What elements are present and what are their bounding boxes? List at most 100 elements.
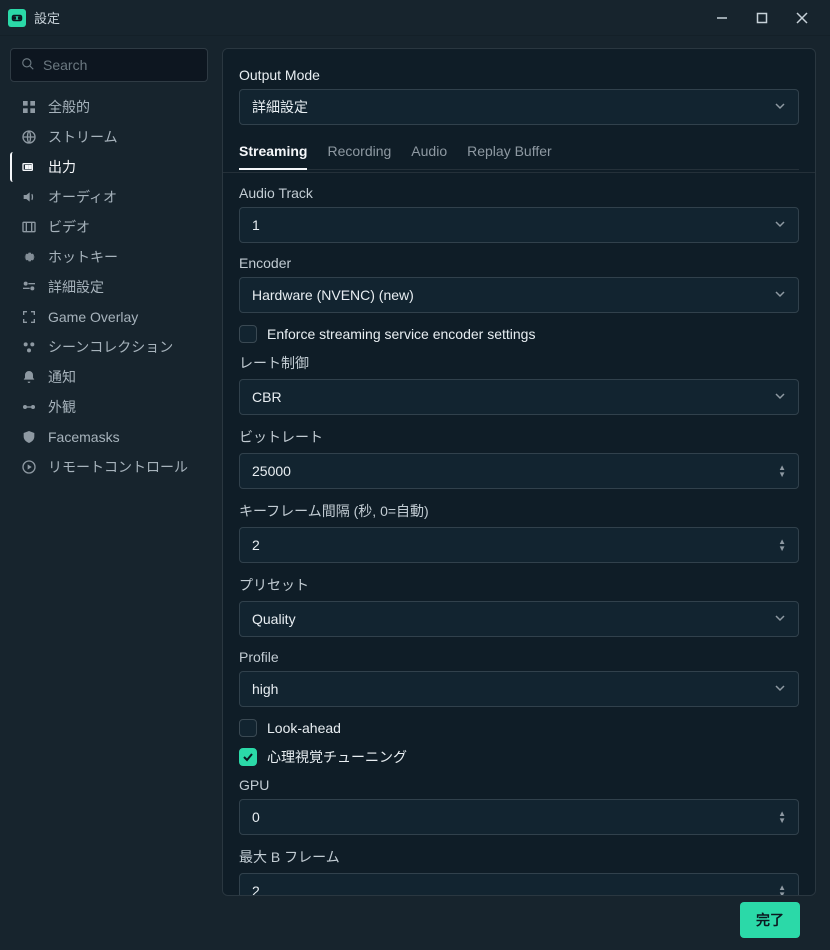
bell-icon bbox=[20, 368, 38, 386]
chevron-down-icon bbox=[774, 287, 786, 303]
sidebar-item-3[interactable]: オーディオ bbox=[10, 182, 208, 212]
sidebar-item-label: ホットキー bbox=[48, 247, 118, 267]
tab-streaming[interactable]: Streaming bbox=[239, 137, 307, 169]
minimize-button[interactable] bbox=[702, 3, 742, 33]
spinner-icon[interactable]: ▲▼ bbox=[778, 884, 786, 896]
encoder-select[interactable]: Hardware (NVENC) (new) bbox=[239, 277, 799, 313]
output-mode-value: 詳細設定 bbox=[252, 97, 308, 117]
sidebar-item-6[interactable]: 詳細設定 bbox=[10, 272, 208, 302]
audio-track-select[interactable]: 1 bbox=[239, 207, 799, 243]
sidebar-item-10[interactable]: 外観 bbox=[10, 392, 208, 422]
sidebar-item-label: オーディオ bbox=[48, 187, 117, 207]
sidebar-item-label: Game Overlay bbox=[48, 309, 138, 325]
sidebar-item-0[interactable]: 全般的 bbox=[10, 92, 208, 122]
tab-audio[interactable]: Audio bbox=[411, 137, 447, 169]
preset-select[interactable]: Quality bbox=[239, 601, 799, 637]
sidebar-item-label: 全般的 bbox=[48, 97, 90, 117]
sidebar-item-2[interactable]: 出力 bbox=[10, 152, 208, 182]
bitrate-input[interactable]: 25000 ▲▼ bbox=[239, 453, 799, 489]
volume-icon bbox=[20, 188, 38, 206]
search-input[interactable] bbox=[43, 57, 224, 73]
sidebar-item-11[interactable]: Facemasks bbox=[10, 422, 208, 452]
profile-label: Profile bbox=[239, 649, 799, 665]
lookahead-checkbox-row[interactable]: Look-ahead bbox=[239, 719, 799, 737]
sliders-icon bbox=[20, 278, 38, 296]
gear-icon bbox=[20, 248, 38, 266]
appearance-icon bbox=[20, 398, 38, 416]
sidebar-item-label: 通知 bbox=[48, 367, 76, 387]
tab-recording[interactable]: Recording bbox=[327, 137, 391, 169]
sidebar-item-label: シーンコレクション bbox=[48, 337, 173, 357]
close-button[interactable] bbox=[782, 3, 822, 33]
subtabs: Streaming Recording Audio Replay Buffer bbox=[239, 137, 799, 170]
audio-track-value: 1 bbox=[252, 217, 260, 233]
sidebar-item-5[interactable]: ホットキー bbox=[10, 242, 208, 272]
encoder-label: Encoder bbox=[239, 255, 799, 271]
preset-label: プリセット bbox=[239, 575, 799, 595]
window-title: 設定 bbox=[34, 8, 702, 27]
psycho-label: 心理視覚チューニング bbox=[267, 747, 407, 767]
audio-track-label: Audio Track bbox=[239, 185, 799, 201]
content-area: Output Mode 詳細設定 Streaming Recording Aud… bbox=[218, 36, 830, 950]
footer: 完了 bbox=[222, 896, 816, 944]
output-mode-select[interactable]: 詳細設定 bbox=[239, 89, 799, 125]
bframes-value: 2 bbox=[252, 883, 260, 896]
done-button[interactable]: 完了 bbox=[740, 902, 800, 938]
nav-list: 全般的ストリーム出力オーディオビデオホットキー詳細設定 Game Overlay シ… bbox=[10, 92, 208, 482]
rate-control-select[interactable]: CBR bbox=[239, 379, 799, 415]
preset-value: Quality bbox=[252, 611, 296, 627]
app-icon bbox=[8, 9, 26, 27]
sidebar-item-label: リモートコントロール bbox=[48, 457, 188, 477]
sidebar-item-4[interactable]: ビデオ bbox=[10, 212, 208, 242]
sidebar-item-label: 詳細設定 bbox=[48, 277, 104, 297]
sidebar: 全般的ストリーム出力オーディオビデオホットキー詳細設定 Game Overlay シ… bbox=[0, 36, 218, 950]
grid-icon bbox=[20, 98, 38, 116]
output-icon bbox=[20, 158, 38, 176]
bframes-input[interactable]: 2 ▲▼ bbox=[239, 873, 799, 896]
gpu-input[interactable]: 0 ▲▼ bbox=[239, 799, 799, 835]
chevron-down-icon bbox=[774, 99, 786, 115]
gpu-label: GPU bbox=[239, 777, 799, 793]
shield-icon bbox=[20, 428, 38, 446]
tab-replay-buffer[interactable]: Replay Buffer bbox=[467, 137, 552, 169]
play-icon bbox=[20, 458, 38, 476]
sidebar-item-1[interactable]: ストリーム bbox=[10, 122, 208, 152]
spinner-icon[interactable]: ▲▼ bbox=[778, 538, 786, 552]
expand-icon bbox=[20, 308, 38, 326]
profile-value: high bbox=[252, 681, 278, 697]
enforce-checkbox[interactable] bbox=[239, 325, 257, 343]
profile-select[interactable]: high bbox=[239, 671, 799, 707]
keyframe-input[interactable]: 2 ▲▼ bbox=[239, 527, 799, 563]
spinner-icon[interactable]: ▲▼ bbox=[778, 810, 786, 824]
gpu-value: 0 bbox=[252, 809, 260, 825]
lookahead-checkbox[interactable] bbox=[239, 719, 257, 737]
sidebar-item-12[interactable]: リモートコントロール bbox=[10, 452, 208, 482]
sidebar-item-label: ビデオ bbox=[48, 217, 90, 237]
rate-control-value: CBR bbox=[252, 389, 282, 405]
globe-icon bbox=[20, 128, 38, 146]
psycho-checkbox-row[interactable]: 心理視覚チューニング bbox=[239, 747, 799, 767]
encoder-value: Hardware (NVENC) (new) bbox=[252, 287, 414, 303]
maximize-button[interactable] bbox=[742, 3, 782, 33]
rate-control-label: レート制御 bbox=[239, 353, 799, 373]
spinner-icon[interactable]: ▲▼ bbox=[778, 464, 786, 478]
sidebar-item-9[interactable]: 通知 bbox=[10, 362, 208, 392]
chevron-down-icon bbox=[774, 611, 786, 627]
enforce-label: Enforce streaming service encoder settin… bbox=[267, 326, 535, 342]
psycho-checkbox[interactable] bbox=[239, 748, 257, 766]
chevron-down-icon bbox=[774, 217, 786, 233]
keyframe-value: 2 bbox=[252, 537, 260, 553]
lookahead-label: Look-ahead bbox=[267, 720, 341, 736]
chevron-down-icon bbox=[774, 681, 786, 697]
enforce-checkbox-row[interactable]: Enforce streaming service encoder settin… bbox=[239, 325, 799, 343]
collection-icon bbox=[20, 338, 38, 356]
sidebar-item-8[interactable]: シーンコレクション bbox=[10, 332, 208, 362]
output-mode-label: Output Mode bbox=[239, 67, 799, 83]
keyframe-label: キーフレーム間隔 (秒, 0=自動) bbox=[239, 501, 799, 521]
search-icon bbox=[21, 57, 35, 74]
bitrate-label: ビットレート bbox=[239, 427, 799, 447]
sidebar-item-7[interactable]: Game Overlay bbox=[10, 302, 208, 332]
search-box[interactable] bbox=[10, 48, 208, 82]
window-controls bbox=[702, 3, 822, 33]
chevron-down-icon bbox=[774, 389, 786, 405]
